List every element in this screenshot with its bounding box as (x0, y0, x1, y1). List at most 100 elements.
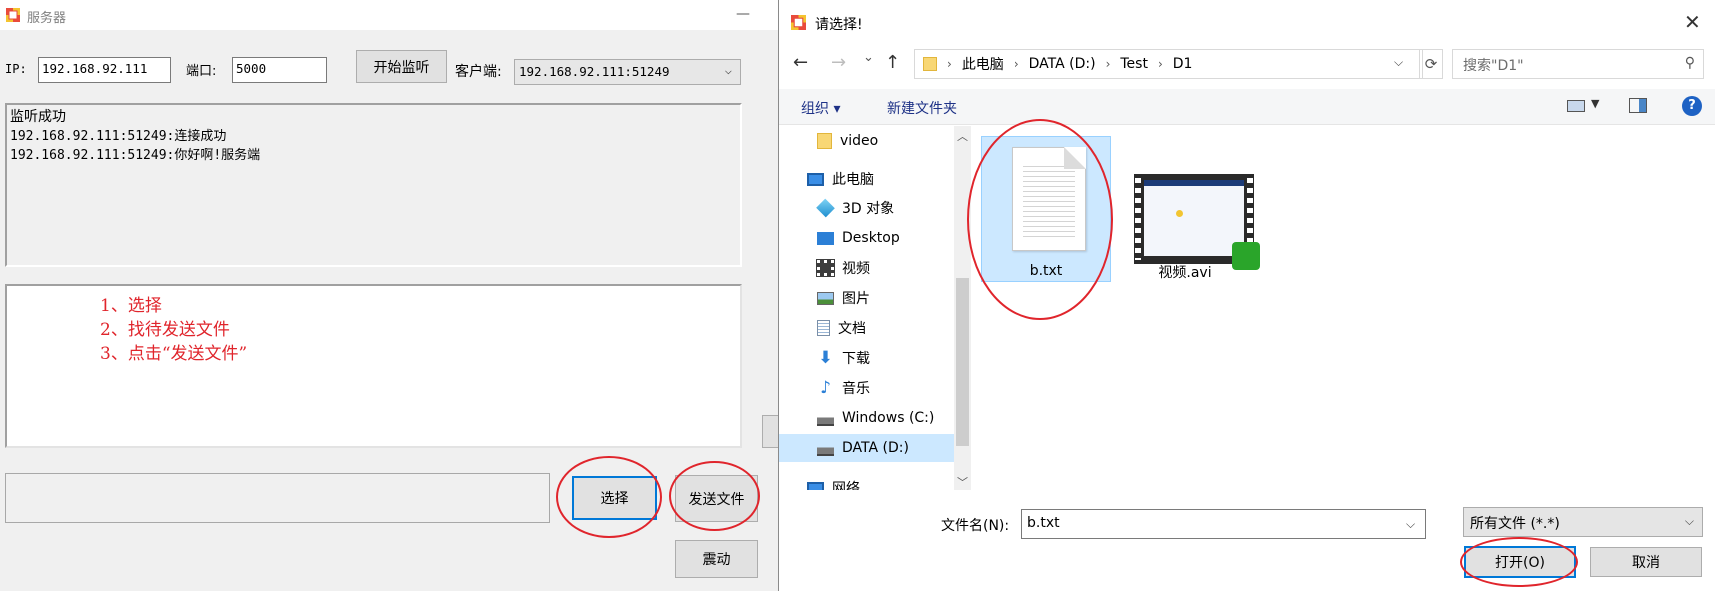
scroll-down-icon[interactable]: ﹀ (957, 474, 968, 490)
app-icon (791, 15, 806, 30)
shake-button[interactable]: 震动 (675, 540, 758, 578)
open-button[interactable]: 打开(O) (1464, 546, 1576, 578)
folder-icon (923, 57, 937, 71)
tree-item-label: 此电脑 (832, 172, 874, 188)
app-icon (6, 8, 20, 22)
port-label: 端口: (186, 64, 217, 79)
breadcrumb-item[interactable]: DATA (D:) (1029, 56, 1096, 72)
tree-item-label: video (840, 133, 879, 149)
recent-locations-chevron-icon[interactable]: ⌄ (863, 50, 874, 65)
chevron-down-icon[interactable]: ⌵ (1394, 55, 1403, 70)
tree-item-music[interactable]: ♪ 音乐 (817, 374, 870, 402)
tree-item-desktop[interactable]: Desktop (817, 224, 900, 252)
tree-item-network[interactable]: 网络 (807, 474, 860, 490)
tree-item-documents[interactable]: 文档 (817, 314, 866, 342)
tree-item-label: Windows (C:) (842, 410, 935, 426)
port-input[interactable]: 5000 (232, 57, 327, 83)
tree-item-downloads[interactable]: ⬇ 下载 (817, 344, 870, 372)
navigation-scrollbar[interactable]: ︿ ﹀ (954, 126, 971, 490)
breadcrumb-item[interactable]: Test (1120, 56, 1148, 72)
breadcrumb-separator-icon: › (1013, 57, 1019, 71)
annotation-line: 2、找待发送文件 (100, 320, 230, 340)
tree-item-videos[interactable]: 视频 (816, 254, 870, 282)
ip-label: IP: (5, 62, 27, 76)
preview-pane-icon[interactable] (1629, 98, 1647, 113)
ip-input[interactable]: 192.168.92.111 (38, 57, 171, 83)
file-path-textbox[interactable] (5, 473, 550, 523)
server-titlebar: 服务器 — (0, 0, 780, 30)
server-title: 服务器 (27, 11, 67, 26)
server-window: 服务器 — IP: 192.168.92.111 端口: 5000 开始监听 客… (0, 0, 780, 591)
search-input[interactable]: 搜索"D1" ⚲ (1452, 49, 1704, 79)
annotation-line: 1、选择 (100, 296, 162, 316)
file-name: b.txt (1029, 263, 1063, 279)
text-file-icon (1012, 147, 1086, 251)
drive-icon (817, 410, 834, 426)
client-select-value: 192.168.92.111:51249 (519, 64, 670, 79)
search-placeholder: 搜索"D1" (1463, 58, 1524, 74)
breadcrumb-separator-icon: › (1157, 57, 1163, 71)
up-arrow-icon[interactable]: ↑ (885, 52, 900, 73)
log-line: 192.168.92.111:51249:你好啊!服务端 (10, 148, 261, 163)
log-line: 监听成功 (10, 109, 66, 125)
open-file-dialog: 请选择! ✕ ← → ⌄ ↑ › 此电脑 › DATA (D:) › Test … (778, 0, 1715, 591)
tree-item-pictures[interactable]: 图片 (817, 284, 870, 312)
start-listen-button[interactable]: 开始监听 (356, 50, 447, 83)
video-file-icon (1134, 174, 1260, 270)
tree-item-label: 视频 (842, 261, 870, 277)
filename-input[interactable]: b.txt (1021, 509, 1426, 539)
view-mode-icon[interactable] (1567, 100, 1585, 112)
tree-item-label: Desktop (842, 230, 900, 246)
breadcrumb-item[interactable]: D1 (1173, 56, 1193, 72)
command-bar: 组织 ▾ 新建文件夹 ▼ ? (779, 89, 1715, 125)
log-textbox[interactable]: 监听成功 192.168.92.111:51249:连接成功 192.168.9… (5, 103, 742, 267)
help-icon[interactable]: ? (1682, 96, 1702, 116)
chevron-down-icon[interactable]: ▼ (1591, 97, 1599, 110)
chevron-down-icon[interactable]: ⌵ (1406, 517, 1415, 532)
navigation-pane: video 此电脑 3D 对象 Desktop 视频 图片 文档 ⬇ 下载 ♪ … (779, 126, 954, 490)
log-line: 192.168.92.111:51249:连接成功 (10, 129, 227, 144)
tree-item-label: 图片 (842, 291, 870, 307)
filetype-select[interactable]: 所有文件 (*.*) ⌵ (1463, 507, 1703, 537)
breadcrumb-separator-icon: › (1105, 57, 1111, 71)
send-file-button[interactable]: 发送文件 (675, 475, 758, 522)
chevron-down-icon: ⌵ (1684, 514, 1694, 528)
tree-item-3d-objects[interactable]: 3D 对象 (816, 194, 894, 222)
client-select[interactable]: 192.168.92.111:51249 ⌵ (514, 59, 741, 85)
file-name: 视频.avi (1158, 265, 1212, 281)
music-note-icon: ♪ (820, 378, 831, 398)
file-item-video-avi[interactable]: 视频.avi (1120, 136, 1260, 282)
choose-button[interactable]: 选择 (572, 476, 657, 520)
forward-arrow-icon[interactable]: → (831, 52, 846, 73)
desktop-icon (817, 231, 834, 245)
file-item-b-txt[interactable]: b.txt (981, 136, 1111, 282)
videos-icon (816, 259, 835, 277)
3d-objects-icon (816, 198, 835, 218)
documents-icon (817, 320, 830, 336)
tree-item-data-d[interactable]: DATA (D:) (779, 434, 954, 462)
address-bar[interactable]: › 此电脑 › DATA (D:) › Test › D1 (914, 49, 1423, 79)
scrollbar-thumb[interactable] (956, 278, 969, 446)
breadcrumb-separator-icon: › (947, 57, 952, 71)
computer-icon (807, 172, 824, 186)
organize-menu[interactable]: 组织 ▾ (801, 98, 840, 118)
client-label: 客户端: (455, 64, 502, 80)
network-icon (807, 481, 824, 490)
back-arrow-icon[interactable]: ← (793, 52, 808, 73)
tree-item-this-pc[interactable]: 此电脑 (807, 165, 874, 193)
annotation-line: 3、点击“发送文件” (100, 344, 248, 364)
new-folder-button[interactable]: 新建文件夹 (887, 98, 957, 118)
tree-item-video[interactable]: video (817, 127, 878, 155)
folder-icon (817, 133, 832, 149)
drive-icon (817, 440, 834, 456)
cancel-button[interactable]: 取消 (1590, 547, 1702, 577)
scroll-up-icon[interactable]: ︿ (957, 128, 968, 144)
breadcrumb-item[interactable]: 此电脑 (962, 54, 1004, 74)
tree-item-windows-c[interactable]: Windows (C:) (817, 404, 934, 432)
tree-item-label: 音乐 (842, 381, 870, 397)
refresh-icon[interactable]: ⟳ (1419, 49, 1443, 79)
minimize-icon[interactable]: — (733, 4, 753, 24)
filetype-value: 所有文件 (*.*) (1470, 516, 1560, 532)
close-icon[interactable]: ✕ (1684, 10, 1701, 34)
chevron-down-icon: ⌵ (724, 63, 732, 77)
